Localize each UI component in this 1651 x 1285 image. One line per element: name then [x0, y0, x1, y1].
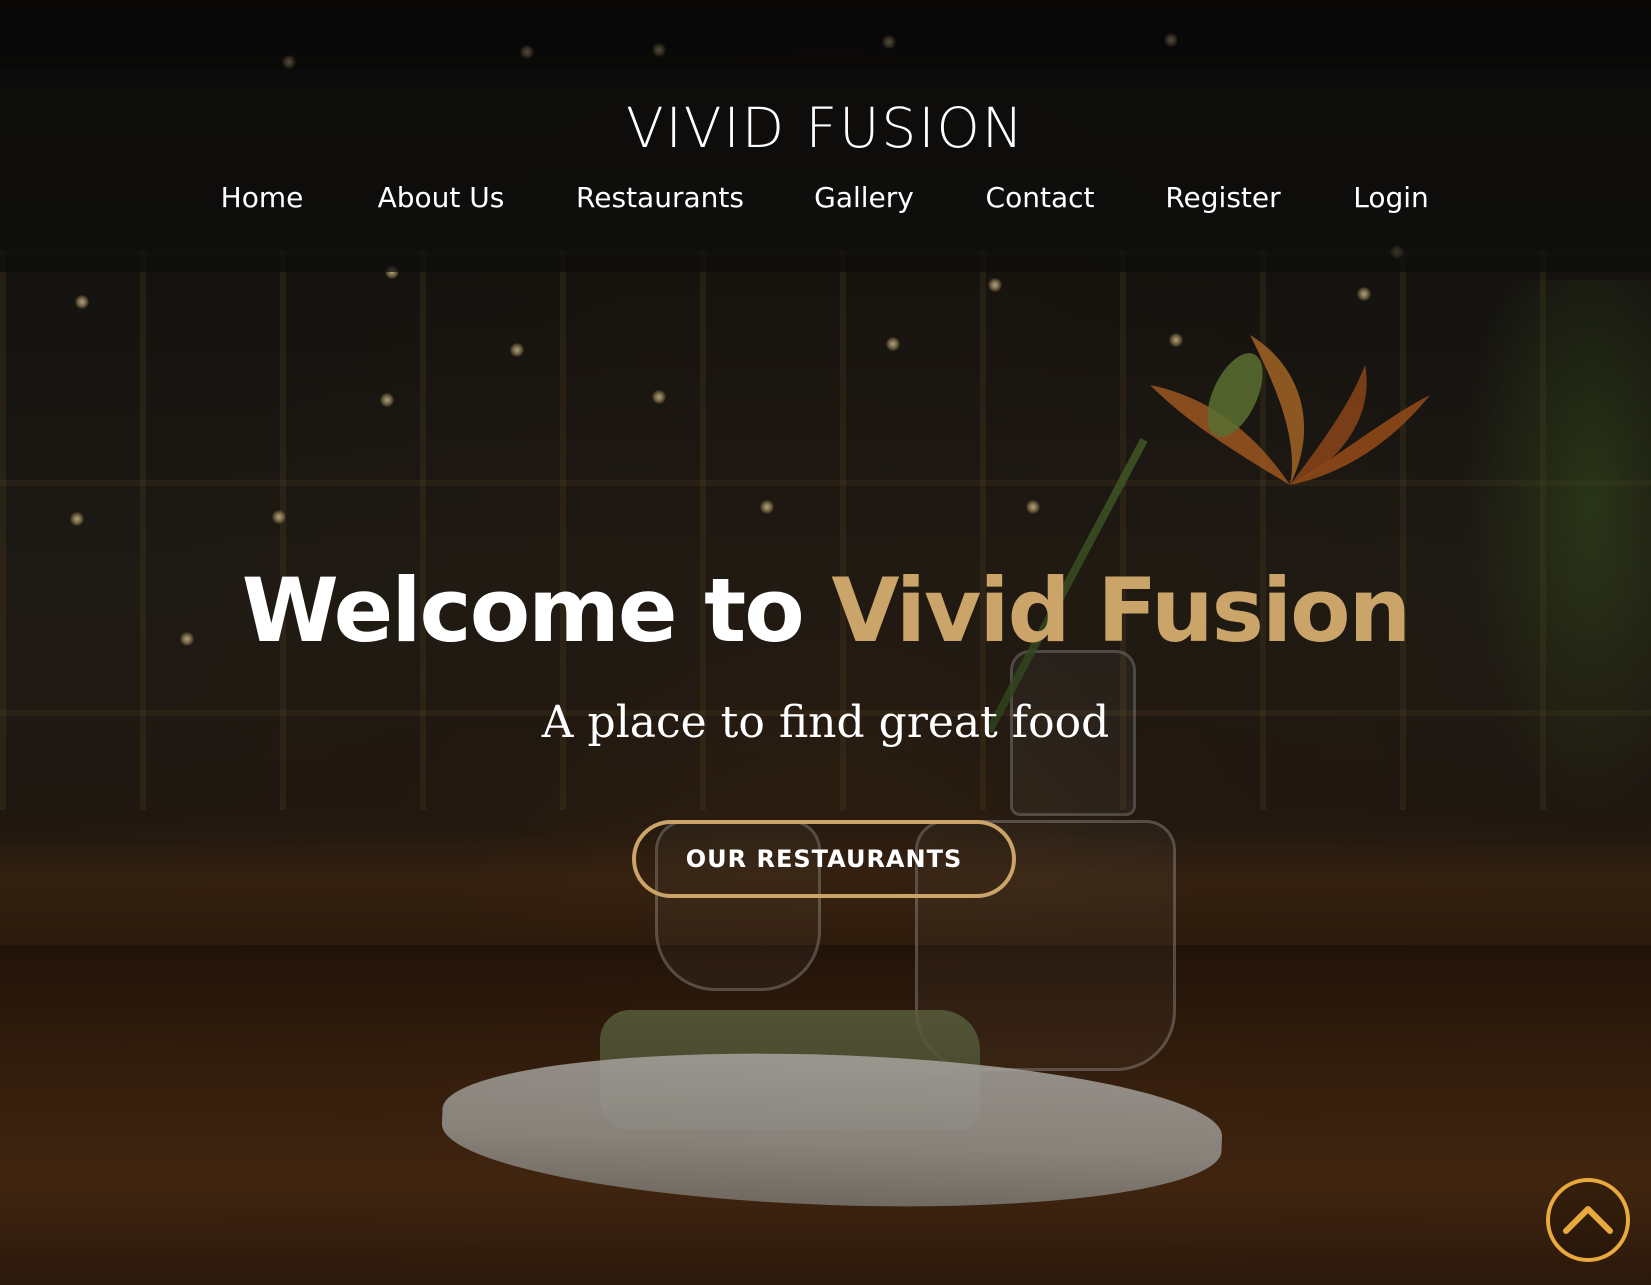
site-header: VIVID FUSION Home About Us Restaurants G…	[0, 68, 1651, 272]
light-dot	[760, 500, 774, 514]
light-dot	[70, 512, 84, 526]
light-dot	[510, 343, 524, 357]
hero-title-brand: Vivid Fusion	[831, 559, 1411, 662]
plate	[439, 1041, 1225, 1219]
light-dot	[1026, 500, 1040, 514]
nav-contact[interactable]: Contact	[986, 181, 1095, 214]
hero-subtitle: A place to find great food	[541, 697, 1110, 748]
light-dot	[988, 278, 1002, 292]
lily-flower	[1150, 335, 1430, 485]
nav-register[interactable]: Register	[1165, 181, 1280, 214]
nav-gallery[interactable]: Gallery	[814, 181, 914, 214]
main-nav: Home About Us Restaurants Gallery Contac…	[0, 181, 1651, 231]
nav-about-us[interactable]: About Us	[378, 181, 505, 214]
napkin	[600, 1010, 980, 1130]
nav-restaurants[interactable]: Restaurants	[576, 181, 744, 214]
scroll-to-top-button[interactable]	[1546, 1178, 1630, 1262]
light-dot	[272, 510, 286, 524]
light-dot	[75, 295, 89, 309]
nav-login[interactable]: Login	[1353, 181, 1429, 214]
brand-logo[interactable]: VIVID FUSION	[0, 96, 1651, 160]
light-dot	[652, 390, 666, 404]
background-plant	[1451, 280, 1651, 840]
light-dot	[380, 393, 394, 407]
light-dot	[886, 337, 900, 351]
top-strip	[0, 0, 1651, 68]
light-dot	[1169, 333, 1183, 347]
foreground-table	[0, 945, 1651, 1285]
chevron-up-icon	[1563, 1206, 1613, 1234]
hero-title-welcome: Welcome to	[241, 559, 832, 662]
our-restaurants-button[interactable]: OUR RESTAURANTS	[632, 820, 1016, 898]
hero-section: VIVID FUSION Home About Us Restaurants G…	[0, 0, 1651, 1285]
light-dot	[1357, 287, 1371, 301]
nav-home[interactable]: Home	[221, 181, 304, 214]
hero-title: Welcome to Vivid Fusion	[0, 562, 1651, 660]
